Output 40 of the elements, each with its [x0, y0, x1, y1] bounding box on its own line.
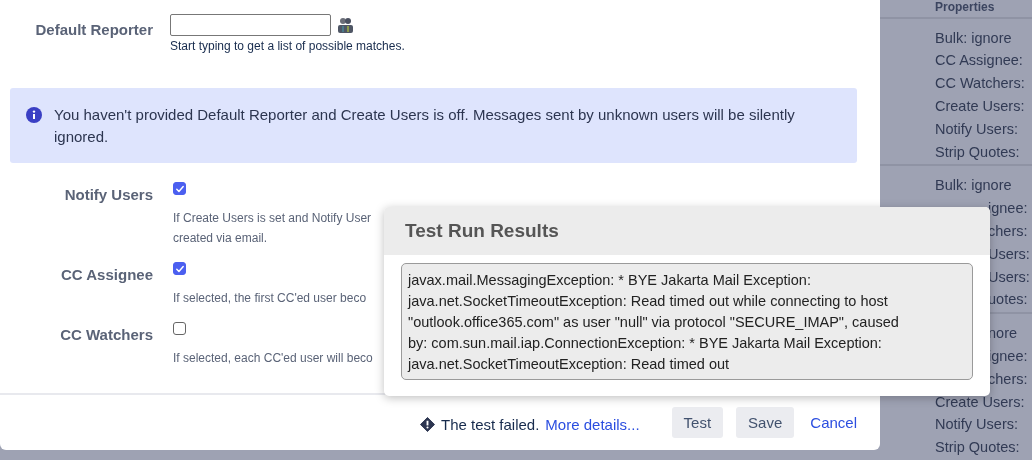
error-line: by: com.sun.mail.iap.ConnectionException: * BYE Jakarta Mail Exception: [408, 334, 882, 353]
column-heading: Properties [880, 0, 1032, 19]
field-description: created via email. [173, 230, 268, 247]
field-description: If selected, each CC'ed user will beco [173, 350, 373, 367]
property-text: Notify Users: [934, 415, 1018, 435]
action-button[interactable]: Save [736, 407, 795, 438]
property-text: ignee: [987, 199, 1028, 219]
property-text: Strip Quotes: [934, 142, 1020, 162]
property-text: CC Assignee: [934, 51, 1023, 71]
info-message: You haven't provided Default Reporter and Create Users is off. Messages sent by unknown users will be silently ignored. [54, 105, 796, 147]
info-icon [26, 107, 42, 123]
status-text: The test failed. [440, 416, 540, 433]
hint-text: Start typing to get a list of possible matches. [170, 39, 406, 53]
popup-title: Test Run Results [384, 207, 990, 255]
checkbox[interactable] [173, 322, 186, 335]
error-line: java.net.SocketTimeoutException: Read timed out [408, 355, 730, 374]
field-label: Default Reporter [34, 20, 153, 40]
field-label: CC Assignee [60, 265, 153, 285]
error-line: java.net.SocketTimeoutException: Read timed out while connecting to host [408, 292, 888, 311]
action-button[interactable]: Test [671, 407, 724, 438]
field-label: Notify Users [63, 185, 153, 205]
property-text: Create Users: [934, 392, 1025, 412]
field-description: If Create Users is set and Notify User [173, 210, 372, 227]
cancel-link[interactable]: Cancel [810, 414, 857, 431]
field-description: If selected, the first CC'ed user beco [173, 290, 367, 307]
property-text: Bulk: ignore [934, 28, 1012, 48]
checkbox[interactable] [173, 262, 186, 275]
input-field[interactable] [170, 14, 331, 36]
details-link[interactable]: More details... [545, 416, 640, 433]
field-label: CC Watchers [59, 325, 153, 345]
property-text: Create Users: [934, 97, 1025, 117]
error-line: javax.mail.MessagingException: * BYE Jakarta Mail Exception: [408, 271, 811, 290]
property-text: CC Watchers: [934, 74, 1025, 94]
users-icon[interactable] [337, 16, 354, 34]
property-text: Strip Quotes: [934, 438, 1020, 458]
warning-icon [419, 417, 435, 432]
checkbox[interactable] [173, 182, 186, 195]
error-line: "outlook.office365.com" as user "null" via protocol "SECURE_IMAP", caused [408, 313, 899, 332]
property-text: Bulk: ignore [934, 176, 1012, 196]
property-text: Notify Users: [934, 119, 1018, 139]
